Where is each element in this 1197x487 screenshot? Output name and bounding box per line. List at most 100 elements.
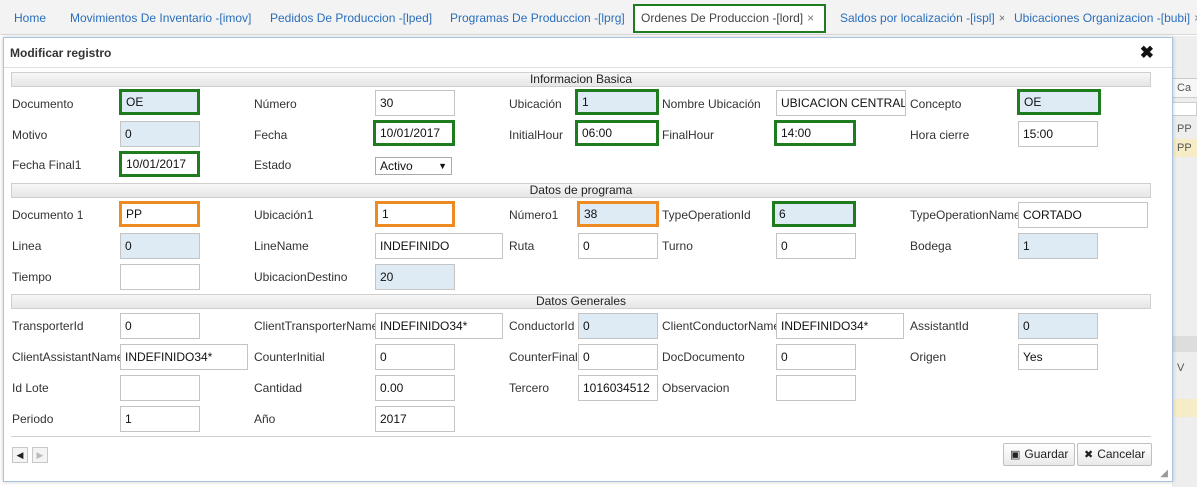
label-bodega: Bodega [910,239,952,253]
close-icon[interactable]: ✖ [1140,43,1154,63]
hora-cierre-field[interactable]: 15:00 [1018,121,1098,147]
tab-programas-produccion[interactable]: Programas De Produccion -[lprg]× [444,4,629,33]
label-numero: Número [254,97,297,111]
final-hour-field[interactable]: 14:00 [774,120,856,146]
initial-hour-field[interactable]: 06:00 [575,120,659,146]
anio-field[interactable]: 2017 [375,406,455,432]
origen-field[interactable]: Yes [1018,344,1098,370]
guardar-button[interactable]: ▣ Guardar [1003,443,1076,466]
counter-final-field[interactable]: 0 [578,344,658,370]
section-datos-generales: Datos Generales [11,294,1151,309]
ubicacion-destino-field[interactable]: 20 [375,264,455,290]
tab-label: Programas De Produccion -[lprg] [450,11,625,25]
label-ubicacion: Ubicación [509,97,562,111]
client-transporter-name-field[interactable]: INDEFINIDO34* [375,313,503,339]
label-estado: Estado [254,158,292,172]
ruta-field[interactable]: 0 [578,233,658,259]
label-observacion: Observacion [662,381,730,395]
label-counter-final: CounterFinal [509,350,578,364]
label-anio: Año [254,412,276,426]
dialog-header: Modificar registro ✖ [4,38,1172,68]
next-record-button[interactable]: ▶ [32,447,48,463]
footer-divider [11,436,1151,437]
documento1-field[interactable]: PP [119,201,200,227]
tab-movimientos-inventario[interactable]: Movimientos De Inventario -[imov]× [64,4,254,33]
fecha-final1-field[interactable]: 10/01/2017 [119,151,200,177]
tiempo-field[interactable] [120,264,200,290]
label-fecha: Fecha [254,128,288,142]
tab-label: Movimientos De Inventario -[imov] [70,11,252,25]
label-hora-cierre: Hora cierre [910,128,970,142]
estado-value: Activo [380,159,413,173]
turno-field[interactable]: 0 [776,233,856,259]
line-name-field[interactable]: INDEFINIDO [375,233,503,259]
tab-pedidos-produccion[interactable]: Pedidos De Produccion -[lped]× [264,4,436,33]
nombre-ubicacion-field[interactable]: UBICACION CENTRAL [776,90,906,116]
linea-field[interactable]: 0 [120,233,200,259]
tab-label: Ordenes De Produccion -[lord] [641,11,804,25]
label-type-operation-name: TypeOperationName [910,208,1021,222]
cancelar-button[interactable]: ✖ Cancelar [1077,443,1153,466]
label-tiempo: Tiempo [12,270,52,284]
bodega-field[interactable]: 1 [1018,233,1098,259]
periodo-field[interactable]: 1 [120,406,200,432]
close-icon[interactable]: × [807,11,814,25]
type-operation-name-field[interactable]: CORTADO [1018,202,1148,228]
label-transporter-id: TransporterId [12,319,84,333]
label-assistant-id: AssistantId [910,319,969,333]
prev-record-button[interactable]: ◀ [12,447,28,463]
client-conductor-name-field[interactable]: INDEFINIDO34* [776,313,904,339]
tab-ordenes-produccion[interactable]: Ordenes De Produccion -[lord] × [633,4,826,33]
label-initial-hour: InitialHour [509,128,564,142]
ubicacion-field[interactable]: 1 [575,89,659,115]
motivo-field[interactable]: 0 [120,121,200,147]
dialog-title: Modificar registro [10,46,112,60]
save-icon: ▣ [1010,449,1021,461]
label-counter-initial: CounterInitial [254,350,325,364]
background-grid: Ca PP PP V [1172,36,1197,487]
background-label: V [1177,362,1185,374]
label-concepto: Concepto [910,97,962,111]
ubicacion1-field[interactable]: 1 [375,201,455,227]
label-documento1: Documento 1 [12,208,84,222]
close-icon[interactable]: × [999,11,1004,25]
assistant-id-field[interactable]: 0 [1018,313,1098,339]
label-origen: Origen [910,350,947,364]
label-line-name: LineName [254,239,309,253]
tab-ubicaciones-organizacion[interactable]: Ubicaciones Organizacion -[bubi]× [1008,4,1197,33]
estado-select[interactable]: Activo ▼ [375,157,452,175]
label-numero1: Número1 [509,208,559,222]
client-assistant-name-field[interactable]: INDEFINIDO34* [120,344,248,370]
label-type-operation-id: TypeOperationId [662,208,751,222]
resize-grip-icon[interactable]: ◢ [1160,468,1168,479]
background-row[interactable]: PP [1177,123,1192,135]
tercero-field[interactable]: 1016034512 [578,375,658,401]
background-row[interactable]: PP [1177,142,1192,154]
tab-label: Ubicaciones Organizacion -[bubi] [1014,11,1191,25]
numero-field[interactable]: 30 [375,90,455,116]
label-tercero: Tercero [509,381,550,395]
tab-label: Home [14,11,47,25]
label-id-lote: Id Lote [12,381,49,395]
concepto-field[interactable]: OE [1017,89,1101,115]
cantidad-field[interactable]: 0.00 [375,375,455,401]
label-conductor-id: ConductorId [509,319,575,333]
tab-label: Saldos por localización -[ispl] [840,11,995,25]
observacion-field[interactable] [776,375,856,401]
type-operation-id-field[interactable]: 6 [772,201,856,227]
label-documento: Documento [12,97,74,111]
tab-saldos-localizacion[interactable]: Saldos por localización -[ispl] × [834,4,1004,33]
label-ruta: Ruta [509,239,535,253]
counter-initial-field[interactable]: 0 [375,344,455,370]
tab-home[interactable]: Home [8,4,52,33]
fecha-field[interactable]: 10/01/2017 [373,120,455,146]
conductor-id-field[interactable]: 0 [578,313,658,339]
id-lote-field[interactable] [120,375,200,401]
doc-documento-field[interactable]: 0 [776,344,856,370]
numero1-field[interactable]: 38 [577,201,659,227]
label-fecha-final1: Fecha Final1 [12,158,82,172]
transporter-id-field[interactable]: 0 [120,313,200,339]
documento-field[interactable]: OE [119,89,200,115]
label-nombre-ubicacion: Nombre Ubicación [662,97,761,111]
label-final-hour: FinalHour [662,128,715,142]
